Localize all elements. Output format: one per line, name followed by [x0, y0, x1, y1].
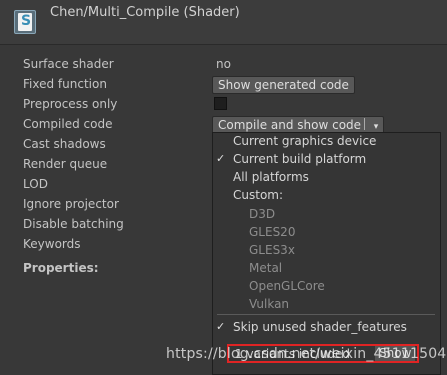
- preprocess-only-label: Preprocess only: [23, 97, 118, 111]
- menu-item-current-graphics-device[interactable]: Current graphics device: [233, 134, 376, 148]
- watermark-url: https://blog.csdn.net/weixin_45111504: [166, 346, 447, 362]
- menu-item-openglcore[interactable]: OpenGLCore: [249, 279, 325, 293]
- menu-item-d3d[interactable]: D3D: [249, 207, 275, 221]
- properties-heading: Properties:: [23, 261, 99, 275]
- lod-label: LOD: [23, 177, 48, 191]
- menu-divider: [217, 314, 435, 315]
- menu-item-custom[interactable]: Custom:: [233, 188, 283, 202]
- menu-item-current-build-platform[interactable]: Current build platform: [233, 152, 366, 166]
- menu-item-gles3x[interactable]: GLES3x: [249, 243, 295, 257]
- preprocess-only-checkbox[interactable]: [214, 97, 227, 110]
- surface-shader-value: no: [216, 57, 231, 71]
- menu-item-gles20[interactable]: GLES20: [249, 225, 295, 239]
- menu-item-metal[interactable]: Metal: [249, 261, 282, 275]
- inspector-title: Chen/Multi_Compile (Shader): [50, 5, 240, 20]
- inspector-header: S Chen/Multi_Compile (Shader): [0, 0, 447, 45]
- show-generated-code-button[interactable]: Show generated code: [212, 76, 355, 94]
- cast-shadows-label: Cast shadows: [23, 137, 106, 151]
- compiled-code-label: Compiled code: [23, 117, 113, 131]
- keywords-label: Keywords: [23, 237, 81, 251]
- render-queue-label: Render queue: [23, 157, 108, 171]
- menu-item-vulkan[interactable]: Vulkan: [249, 297, 289, 311]
- fixed-function-label: Fixed function: [23, 77, 107, 91]
- compile-options-menu: Current graphics device ✓ Current build …: [212, 132, 441, 375]
- ignore-projector-label: Ignore projector: [23, 197, 119, 211]
- disable-batching-label: Disable batching: [23, 217, 124, 231]
- checkmark-icon: ✓: [216, 152, 226, 165]
- surface-shader-label: Surface shader: [23, 57, 114, 71]
- menu-item-skip-unused-shader-features[interactable]: Skip unused shader_features: [233, 320, 407, 334]
- shader-file-icon: S: [14, 10, 36, 34]
- checkmark-icon: ✓: [216, 320, 226, 333]
- button-separator: [364, 118, 366, 130]
- compile-button-label: Compile and show code: [218, 118, 362, 132]
- menu-item-all-platforms[interactable]: All platforms: [233, 170, 309, 184]
